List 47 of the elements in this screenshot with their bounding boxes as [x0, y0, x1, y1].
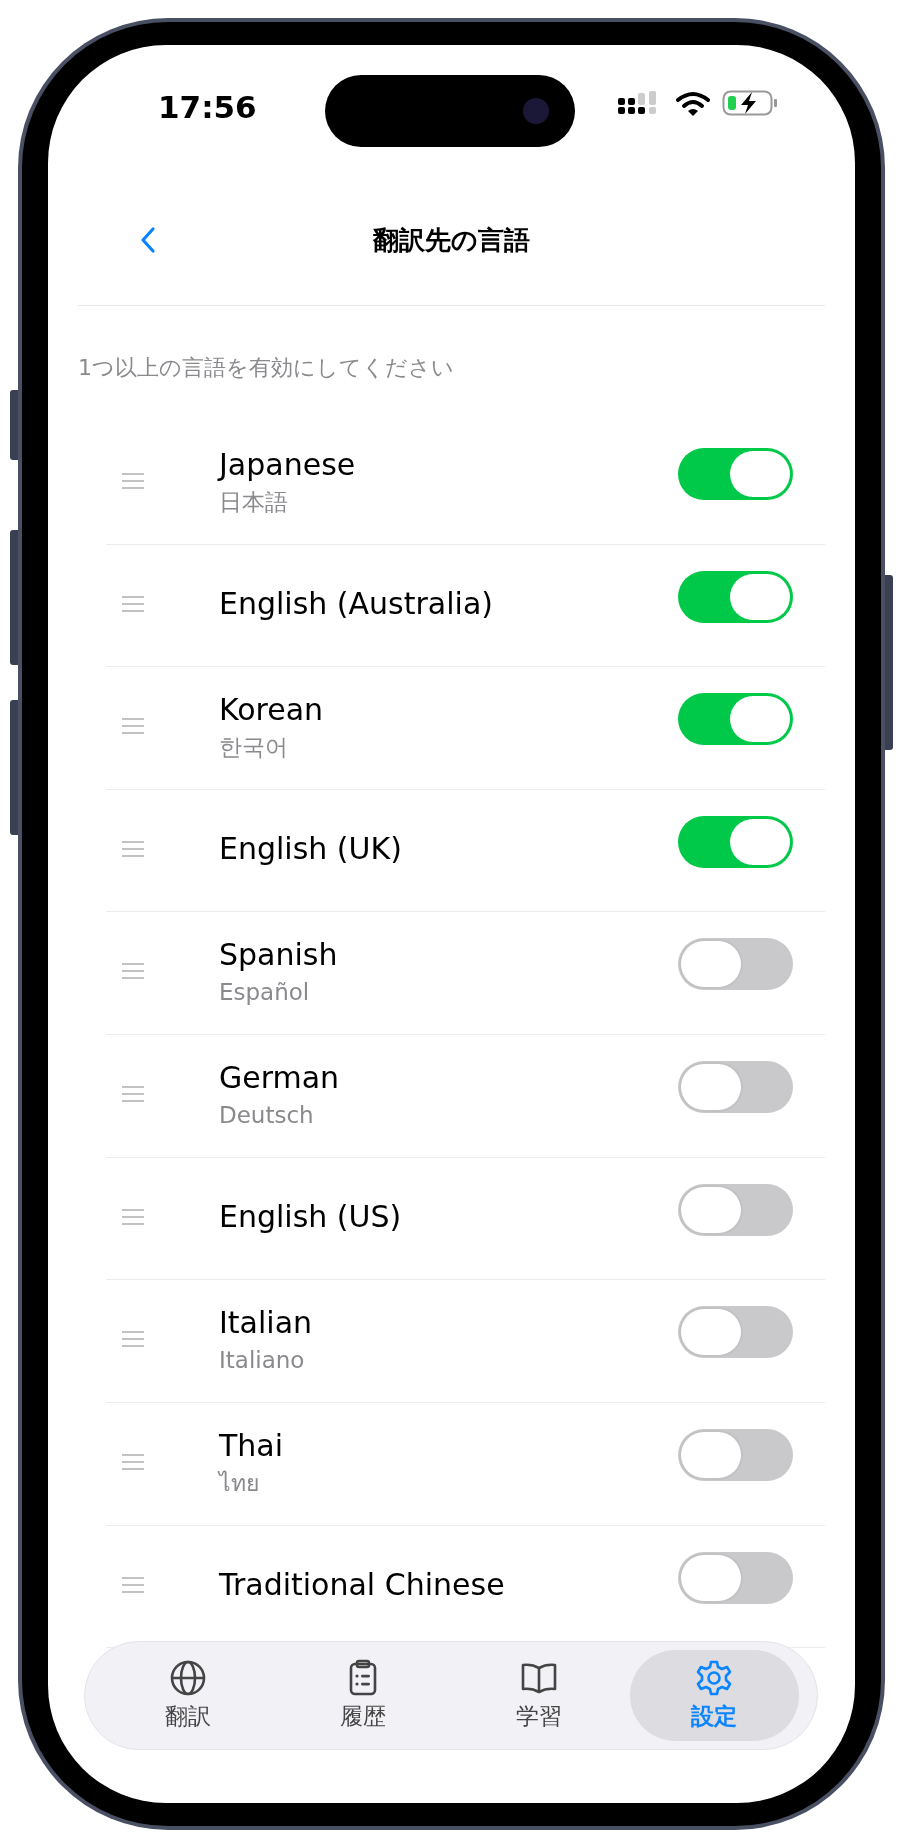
drag-handle-icon[interactable] — [122, 473, 144, 489]
native-name: 한국어 — [219, 733, 289, 762]
toggle-switch[interactable] — [678, 693, 793, 745]
language-name: Korean — [219, 691, 325, 729]
native-name: Deutsch — [219, 1101, 315, 1130]
language-name: Thai — [219, 1427, 285, 1465]
language-name: Traditional Chinese — [219, 1565, 506, 1604]
language-name: English (UK) — [219, 829, 403, 868]
toggle-switch[interactable] — [678, 1061, 793, 1113]
drag-handle-icon[interactable] — [122, 1208, 144, 1225]
drag-handle-icon[interactable] — [122, 1331, 144, 1347]
drag-handle-icon[interactable] — [122, 1454, 144, 1470]
tab-button[interactable]: 履歴 — [278, 1650, 448, 1741]
drag-handle-icon[interactable] — [122, 718, 144, 734]
native-name: Español — [219, 978, 311, 1007]
native-name: Italiano — [219, 1346, 306, 1375]
tab-button[interactable]: 学習 — [454, 1650, 624, 1741]
tab-button[interactable]: 翻訳 — [103, 1650, 273, 1741]
language-name: German — [219, 1059, 341, 1097]
drag-handle-icon[interactable] — [122, 595, 144, 612]
toggle-switch[interactable] — [678, 571, 793, 623]
toggle-switch[interactable] — [678, 1184, 793, 1236]
toggle-switch[interactable] — [678, 816, 793, 868]
drag-handle-icon[interactable] — [122, 840, 144, 857]
toggle-switch[interactable] — [678, 938, 793, 990]
screen-title: 翻訳先の言語 — [373, 223, 530, 257]
toggle-switch[interactable] — [678, 1429, 793, 1481]
toggle-switch[interactable] — [678, 1306, 793, 1358]
toggle-switch[interactable] — [678, 1552, 793, 1604]
drag-handle-icon[interactable] — [122, 1086, 144, 1102]
native-name: ไทย — [219, 1469, 260, 1498]
language-name: English (US) — [219, 1197, 403, 1236]
native-name: 日本語 — [219, 488, 289, 517]
status-time: 17:56 — [158, 89, 257, 125]
battery-icon — [722, 89, 778, 117]
wifi-icon — [676, 91, 710, 117]
back-chevron-icon[interactable] — [140, 226, 156, 254]
language-name: Italian — [219, 1304, 314, 1342]
language-name: Spanish — [219, 936, 339, 974]
drag-handle-icon[interactable] — [122, 1576, 144, 1593]
globe-icon — [168, 1659, 207, 1697]
drag-handle-icon[interactable] — [122, 963, 144, 979]
toggle-switch[interactable] — [678, 448, 793, 500]
language-name: English (Australia) — [219, 584, 494, 623]
hint-text: 1つ以上の言語を有効にしてください — [78, 354, 455, 382]
settings-icon — [695, 1659, 734, 1697]
language-name: Japanese — [219, 446, 357, 484]
